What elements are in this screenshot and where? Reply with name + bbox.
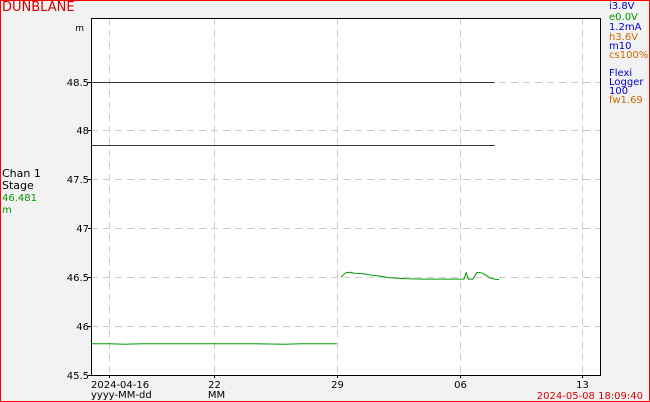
x-tick-label: 06 xyxy=(454,380,467,391)
timestamp: 2024-05-08 18:09:40 xyxy=(536,391,643,402)
plot-area xyxy=(91,18,600,375)
stage-chart: m yyyy-MM-dd MM 45.5 46 46.5 47 47.5 48 48.5 20… xyxy=(67,18,601,401)
y-tick-label: 47 xyxy=(76,224,89,235)
x-tick-label: 22 xyxy=(208,380,221,391)
x-axis-sublabel: MM xyxy=(208,390,225,401)
y-tick-label: 46.5 xyxy=(67,273,89,284)
x-axis-label: yyyy-MM-dd xyxy=(91,390,152,401)
series-line xyxy=(91,343,337,345)
x-tick-label: 13 xyxy=(576,380,589,391)
y-tick-label: 48.5 xyxy=(67,78,89,89)
x-tick-label: 29 xyxy=(331,380,344,391)
y-axis-unit: m xyxy=(75,24,84,34)
x-tick-label: 2024-04-16 xyxy=(91,380,149,391)
y-tick-label: 48 xyxy=(76,126,89,137)
y-tick-label: 47.5 xyxy=(67,175,89,186)
y-tick-label: 46 xyxy=(76,322,89,333)
y-tick-label: 45.5 xyxy=(67,371,89,382)
